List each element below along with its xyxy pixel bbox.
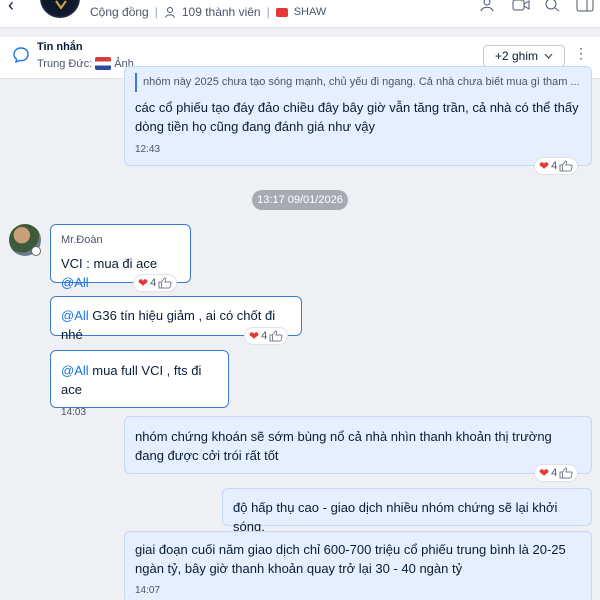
reaction-summary[interactable]: ❤ 4	[244, 327, 289, 345]
image-thumbnail	[95, 57, 112, 70]
message-text-prefix: VCI : mua đi ace	[61, 256, 158, 271]
group-avatar[interactable]	[40, 0, 80, 18]
message-time: 14:07	[135, 585, 161, 596]
more-pins-label: +2 ghim	[494, 49, 539, 63]
group-meta: Cộng đồng | 109 thành viên | SHAW	[90, 5, 326, 19]
message-text: nhóm chứng khoán sẽ sớm bùng nổ cả nhà n…	[135, 429, 552, 463]
tag-icon	[275, 7, 288, 17]
meta-separator: |	[154, 5, 158, 19]
message-bubble[interactable]: nhóm này 2025 chưa tạo sóng mạnh, chủ yế…	[124, 66, 592, 166]
message-text: độ hấp thụ cao - giao dịch nhiều nhóm ch…	[233, 500, 558, 534]
sender-name[interactable]: Mr.Đoàn	[61, 231, 180, 250]
reaction-summary[interactable]: ❤ 4	[133, 274, 178, 292]
sidebar-toggle-icon[interactable]	[576, 0, 594, 12]
status-badge	[31, 246, 41, 256]
group-logo-icon	[55, 0, 67, 10]
mention-all[interactable]: @All	[61, 275, 89, 290]
heart-icon: ❤	[138, 276, 149, 290]
heart-icon: ❤	[539, 159, 550, 173]
search-icon[interactable]	[544, 0, 562, 12]
quoted-message[interactable]: nhóm này 2025 chưa tạo sóng mạnh, chủ yế…	[135, 73, 581, 92]
header-actions	[480, 0, 594, 12]
message-text: giai đoạn cuối năm giao dịch chỉ 600-700…	[135, 542, 566, 576]
tag-label[interactable]: SHAW	[294, 6, 327, 18]
message-text: các cổ phiếu tạo đáy đảo chiều đây bây g…	[135, 100, 579, 134]
reaction-count: 4	[551, 467, 558, 479]
meta-separator: |	[266, 5, 270, 19]
reaction-count: 4	[150, 277, 157, 289]
pinned-preview: Trung Đức: Ảnh	[37, 57, 134, 70]
message-text: G36 tín hiệu giảm , ai có chốt đi nhé	[61, 308, 276, 342]
more-options-icon[interactable]: ⋮	[574, 45, 588, 62]
mention-all[interactable]: @All	[61, 363, 89, 378]
back-arrow-icon[interactable]: ‹	[8, 0, 24, 16]
message-bubble[interactable]: độ hấp thụ cao - giao dịch nhiều nhóm ch…	[222, 488, 592, 534]
reaction-summary[interactable]: ❤ 4	[534, 464, 579, 482]
like-icon[interactable]	[269, 330, 283, 342]
message-bubble[interactable]: nhóm chứng khoán sẽ sớm bùng nổ cả nhà n…	[124, 416, 592, 474]
like-icon[interactable]	[559, 160, 573, 172]
message-bubble[interactable]: @All mua full VCI , fts đi ace 14:03	[50, 350, 229, 418]
heart-icon: ❤	[539, 466, 550, 480]
community-label: Cộng đồng	[90, 5, 149, 19]
mention-all[interactable]: @All	[61, 308, 89, 323]
message-time: 12:43	[135, 144, 161, 155]
members-icon	[164, 7, 175, 18]
more-pins-button[interactable]: +2 ghim	[483, 45, 565, 67]
pinned-sender: Trung Đức:	[37, 57, 93, 70]
date-separator: 13:17 09/01/2026	[252, 190, 348, 210]
add-member-icon[interactable]	[480, 0, 498, 12]
reaction-count: 4	[551, 160, 558, 172]
chat-header: ‹ Cộng đồng | 109 thành viên | SHAW	[0, 0, 600, 28]
like-icon[interactable]	[559, 467, 573, 479]
members-count[interactable]: 109 thành viên	[182, 5, 261, 19]
message-bubble[interactable]: giai đoạn cuối năm giao dịch chỉ 600-700…	[124, 531, 592, 600]
video-call-icon[interactable]	[512, 0, 530, 12]
like-icon[interactable]	[158, 277, 172, 289]
reaction-summary[interactable]: ❤ 4	[534, 157, 579, 175]
reaction-count: 4	[261, 330, 268, 342]
heart-icon: ❤	[249, 329, 260, 343]
chat-bubble-icon	[13, 47, 29, 64]
chevron-down-icon	[544, 53, 553, 59]
pinned-title: Tin nhắn	[37, 41, 83, 53]
